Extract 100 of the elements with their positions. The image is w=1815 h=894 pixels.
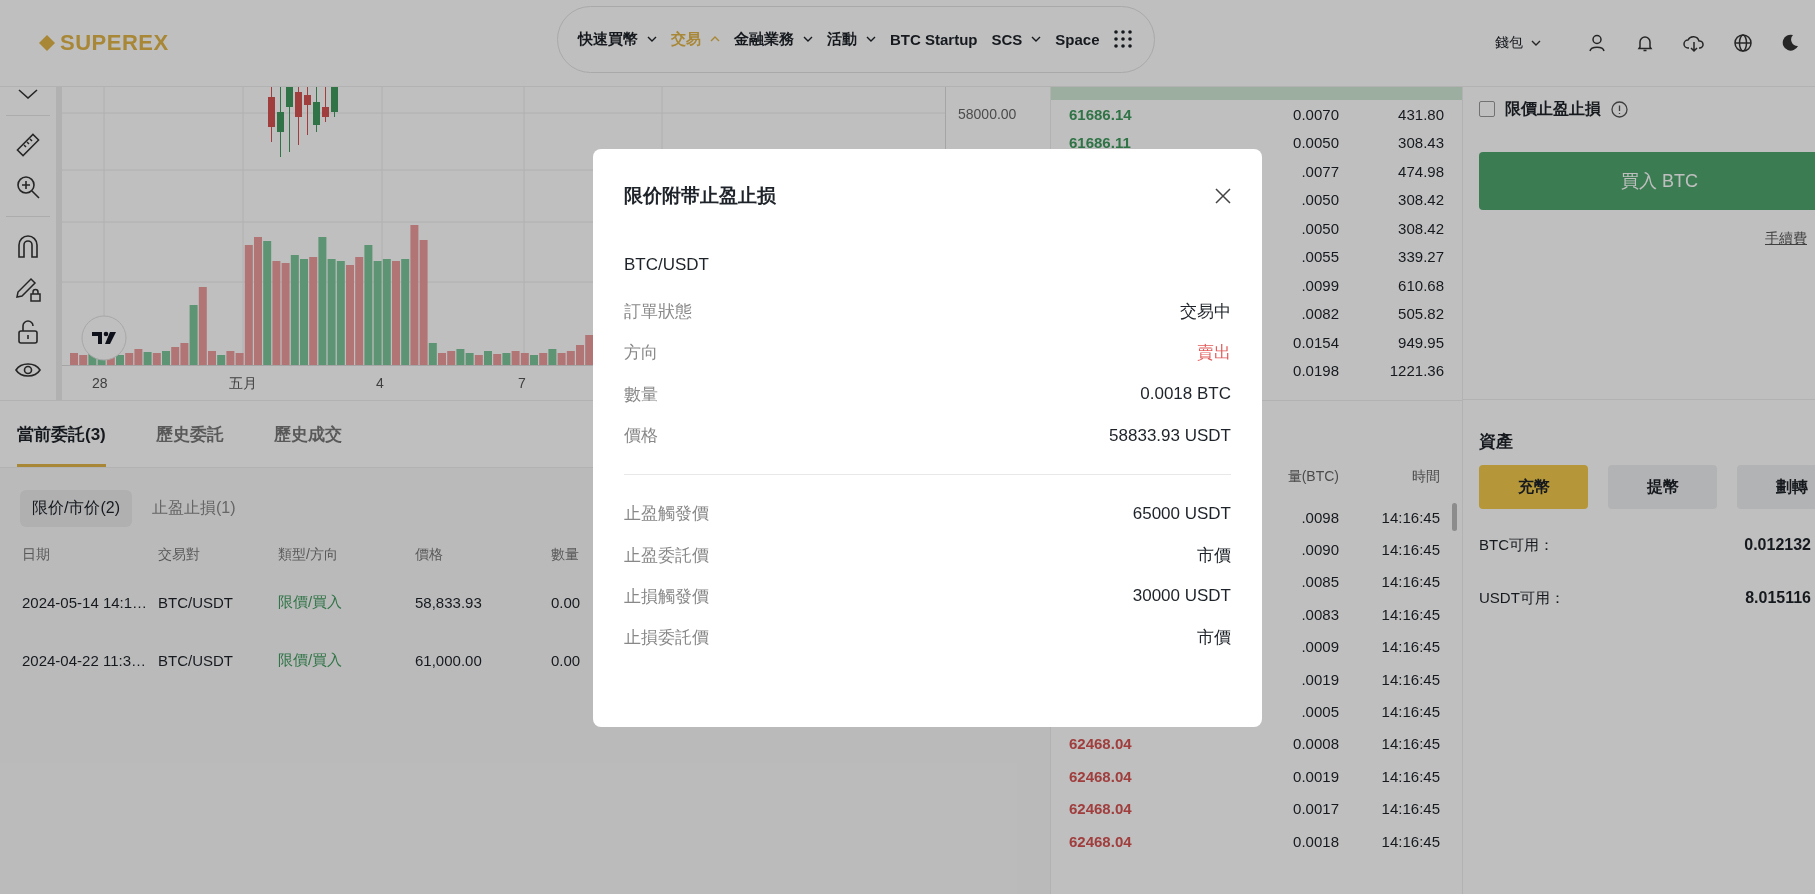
eye-icon[interactable] <box>15 361 41 379</box>
candlestick <box>286 87 293 153</box>
caret-icon <box>710 36 720 42</box>
detail-value: 交易中 <box>1180 301 1231 324</box>
column-header: 日期 <box>22 546 51 564</box>
detail-label: 價格 <box>624 425 658 448</box>
bell-icon[interactable] <box>1635 33 1655 53</box>
tab[interactable]: 歷史委託 <box>155 401 224 467</box>
amount-cell: .0083 <box>1301 605 1339 623</box>
detail-value: 市價 <box>1197 544 1231 567</box>
moon-icon[interactable] <box>1781 34 1799 52</box>
volume-bar <box>493 354 502 365</box>
balance-label: BTC可用： <box>1479 535 1554 555</box>
axis-label: 7 <box>518 375 526 391</box>
volume-bar <box>447 351 456 365</box>
table-cell-text: 限價/買入 <box>278 592 344 612</box>
volume-bar <box>511 351 520 365</box>
axis-label: 28 <box>92 375 108 391</box>
time-cell: 14:16:45 <box>1381 508 1440 526</box>
volume-bar <box>217 355 226 365</box>
total-cell: 339.27 <box>1398 248 1444 266</box>
amount-cell: 0.0050 <box>1293 134 1339 152</box>
scrollbar[interactable] <box>1452 503 1457 531</box>
fee-link[interactable]: 手續費 <box>1765 230 1807 248</box>
nav-item[interactable]: Space <box>1055 30 1100 48</box>
time-cell: 14:16:45 <box>1381 703 1440 721</box>
logo-icon[interactable] <box>81 315 127 361</box>
column-header: 類型/方向 <box>278 546 339 564</box>
detail-value: 賣出 <box>1197 342 1231 365</box>
nav-item[interactable]: 金融業務 <box>734 29 813 49</box>
balance-value: 0.012132 <box>1744 536 1811 554</box>
cloud-download-icon[interactable] <box>1683 33 1705 53</box>
ruler-icon[interactable] <box>15 132 41 158</box>
logo-icon <box>38 34 56 52</box>
lock-icon[interactable] <box>16 319 40 345</box>
user-icon[interactable] <box>1587 33 1607 53</box>
column-header: 交易對 <box>158 546 201 564</box>
table-cell-text: 0.00 <box>551 651 582 669</box>
asset-button[interactable]: 提幣 <box>1608 465 1717 509</box>
asset-button[interactable]: 充幣 <box>1479 465 1588 509</box>
detail-label: 止損觸發價 <box>624 585 709 608</box>
nav-item[interactable]: BTC Startup <box>890 30 978 48</box>
table-cell-text: BTC/USDT <box>158 593 234 611</box>
detail-label: 數量 <box>624 383 658 406</box>
amount-cell: .0085 <box>1301 573 1339 591</box>
volume-bar <box>79 355 88 365</box>
total-cell: 610.68 <box>1398 276 1444 294</box>
volume-bar <box>520 353 529 365</box>
caret-icon <box>1031 36 1042 42</box>
globe-icon[interactable] <box>1733 33 1753 53</box>
column-header: 時間 <box>1412 468 1440 484</box>
caret-icon <box>647 36 657 42</box>
amount-cell: 0.0019 <box>1293 767 1339 785</box>
candlestick <box>331 87 338 118</box>
candlestick <box>304 87 311 136</box>
amount-cell: .0099 <box>1301 276 1339 294</box>
asset-button[interactable]: 劃轉 <box>1737 465 1815 509</box>
total-cell: 308.43 <box>1398 134 1444 152</box>
time-cell: 14:16:45 <box>1381 735 1440 753</box>
total-cell: 308.42 <box>1398 219 1444 237</box>
amount-cell: 0.0008 <box>1293 735 1339 753</box>
time-cell: 14:16:45 <box>1381 573 1440 591</box>
checkbox[interactable] <box>1479 101 1495 117</box>
caret-icon <box>866 36 876 42</box>
volume-bar <box>502 353 511 365</box>
price-cell: 62468.04 <box>1069 767 1132 785</box>
nav-item[interactable]: SCS <box>991 30 1042 48</box>
amount-cell: .0055 <box>1301 248 1339 266</box>
amount-cell: 0.0018 <box>1293 832 1339 850</box>
time-cell: 14:16:45 <box>1381 638 1440 656</box>
volume-bar <box>539 353 548 365</box>
candlestick <box>277 87 284 158</box>
section-title: 資產 <box>1479 431 1514 453</box>
apps-grid-icon[interactable] <box>1113 30 1132 48</box>
candlestick <box>322 87 329 123</box>
table-cell-text: 限價/買入 <box>278 650 344 670</box>
axis-label: 4 <box>376 375 384 391</box>
caret-icon <box>803 36 813 42</box>
chevron-down-icon[interactable] <box>16 89 40 99</box>
magnet-icon[interactable] <box>15 233 41 259</box>
filter-tab[interactable]: 限价/市价(2) <box>20 490 132 527</box>
close-icon[interactable] <box>1215 188 1231 204</box>
amount-cell: .0050 <box>1301 191 1339 209</box>
detail-value: 65000 USDT <box>1132 503 1231 524</box>
info-icon[interactable] <box>1611 100 1628 118</box>
pencil-lock-icon[interactable] <box>14 275 42 303</box>
balance-value: 8.015116 <box>1745 589 1811 607</box>
volume-bar <box>474 355 483 365</box>
time-cell: 14:16:45 <box>1381 670 1440 688</box>
wallet-menu[interactable]: 錢包 <box>1495 34 1541 52</box>
tab[interactable]: 歷史成交 <box>273 401 342 467</box>
zoom-in-icon[interactable] <box>15 174 41 200</box>
time-cell: 14:16:45 <box>1381 605 1440 623</box>
nav-item[interactable]: 活動 <box>827 29 876 49</box>
table-cell-text: 61,000.00 <box>415 651 483 669</box>
time-cell: 14:16:45 <box>1381 767 1440 785</box>
volume-bar <box>557 353 566 365</box>
time-cell: 14:16:45 <box>1381 832 1440 850</box>
nav-item[interactable]: 快速買幣 <box>578 29 657 49</box>
volume-bar <box>465 353 474 365</box>
